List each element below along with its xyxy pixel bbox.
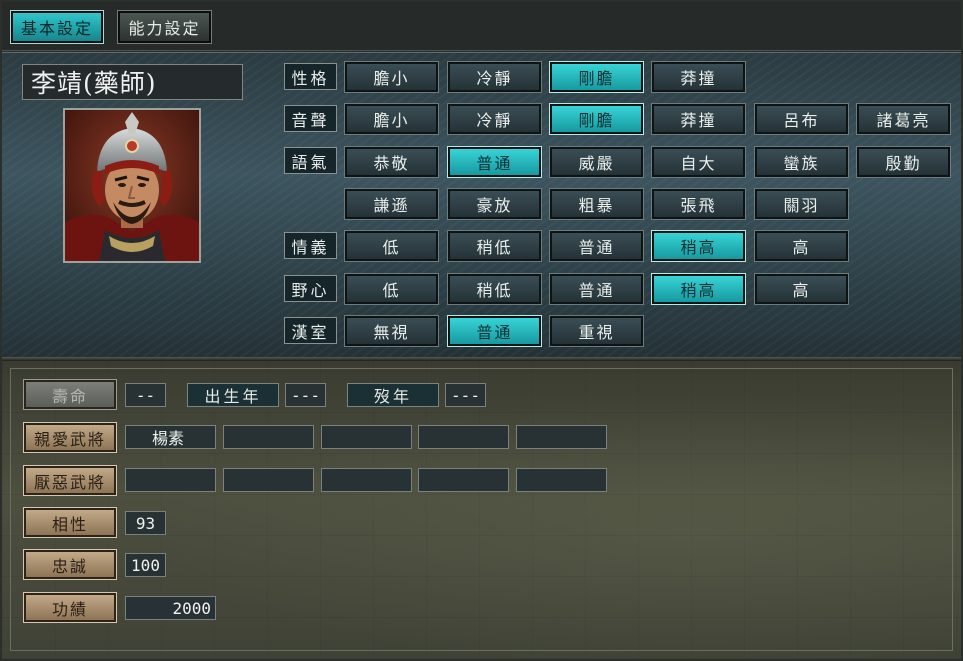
option-voice[interactable]: 諸葛亮: [856, 103, 951, 135]
option-han-dynasty[interactable]: 重視: [549, 315, 644, 347]
option-personality[interactable]: 膽小: [344, 61, 439, 93]
compatibility-button[interactable]: 相性: [23, 507, 117, 538]
row-label-personality: 性格: [284, 63, 337, 90]
liked-officer-slot[interactable]: [418, 425, 509, 449]
option-righteousness[interactable]: 高: [754, 230, 849, 262]
option-tone[interactable]: 蠻族: [754, 146, 849, 178]
lifespan-button[interactable]: 壽命: [23, 379, 117, 410]
option-ambition-selected[interactable]: 稍高: [651, 273, 746, 305]
officer-portrait: [63, 108, 201, 263]
birth-year-label: 出生年: [187, 383, 279, 407]
row-label-han-dynasty: 漢室: [284, 317, 337, 344]
disliked-officer-slot[interactable]: [516, 468, 607, 492]
option-tone[interactable]: 自大: [651, 146, 746, 178]
option-righteousness-selected[interactable]: 稍高: [651, 230, 746, 262]
tab-basic-settings[interactable]: 基本設定: [10, 10, 104, 44]
loyalty-button[interactable]: 忠誠: [23, 549, 117, 580]
compatibility-value: 93: [125, 511, 166, 535]
option-tone[interactable]: 謙遜: [344, 188, 439, 220]
option-righteousness[interactable]: 稍低: [447, 230, 542, 262]
lifespan-value: --: [125, 383, 166, 407]
row-label-voice: 音聲: [284, 105, 337, 132]
disliked-officer-slot[interactable]: [223, 468, 314, 492]
option-ambition[interactable]: 高: [754, 273, 849, 305]
option-ambition[interactable]: 稍低: [447, 273, 542, 305]
liked-officer-slot[interactable]: [516, 425, 607, 449]
option-tone[interactable]: 殷勤: [856, 146, 951, 178]
option-tone[interactable]: 威嚴: [549, 146, 644, 178]
liked-officer-slot[interactable]: [321, 425, 412, 449]
row-label-ambition: 野心: [284, 275, 337, 302]
option-tone[interactable]: 粗暴: [549, 188, 644, 220]
tab-ability-settings[interactable]: 能力設定: [117, 10, 212, 44]
option-tone[interactable]: 關羽: [754, 188, 849, 220]
option-voice-selected[interactable]: 剛膽: [549, 103, 644, 135]
option-ambition[interactable]: 普通: [549, 273, 644, 305]
merit-value: 2000: [125, 596, 216, 620]
row-label-righteousness: 情義: [284, 232, 337, 259]
option-righteousness[interactable]: 低: [344, 230, 439, 262]
option-tone[interactable]: 豪放: [447, 188, 542, 220]
disliked-officer-slot[interactable]: [321, 468, 412, 492]
death-year-value: ---: [445, 383, 486, 407]
disliked-officers-button[interactable]: 厭惡武將: [23, 465, 117, 496]
option-personality-selected[interactable]: 剛膽: [549, 61, 644, 93]
loyalty-value: 100: [125, 553, 166, 577]
disliked-officer-slot[interactable]: [418, 468, 509, 492]
liked-officer-slot[interactable]: 楊素: [125, 425, 216, 449]
option-tone[interactable]: 張飛: [651, 188, 746, 220]
option-voice[interactable]: 呂布: [754, 103, 849, 135]
tab-bar: 基本設定 能力設定: [2, 2, 961, 51]
option-personality[interactable]: 莽撞: [651, 61, 746, 93]
option-voice[interactable]: 冷靜: [447, 103, 542, 135]
option-righteousness[interactable]: 普通: [549, 230, 644, 262]
option-han-dynasty-selected[interactable]: 普通: [447, 315, 542, 347]
death-year-label: 歿年: [347, 383, 439, 407]
option-han-dynasty[interactable]: 無視: [344, 315, 439, 347]
option-voice[interactable]: 莽撞: [651, 103, 746, 135]
disliked-officer-slot[interactable]: [125, 468, 216, 492]
merit-button[interactable]: 功績: [23, 592, 117, 623]
birth-year-value: ---: [285, 383, 326, 407]
option-personality[interactable]: 冷靜: [447, 61, 542, 93]
option-tone[interactable]: 恭敬: [344, 146, 439, 178]
officer-name: 李靖(藥師): [22, 64, 243, 100]
liked-officers-button[interactable]: 親愛武將: [23, 422, 117, 453]
liked-officer-slot[interactable]: [223, 425, 314, 449]
option-voice[interactable]: 膽小: [344, 103, 439, 135]
option-ambition[interactable]: 低: [344, 273, 439, 305]
row-label-tone: 語氣: [284, 147, 337, 174]
option-tone-selected[interactable]: 普通: [447, 146, 542, 178]
